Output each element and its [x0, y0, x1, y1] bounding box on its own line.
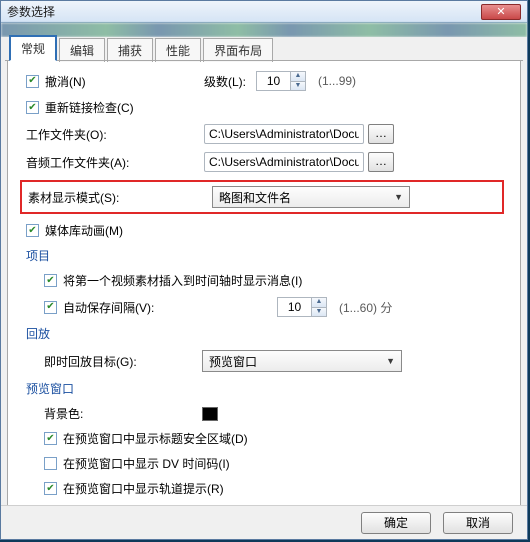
tab-layout[interactable]: 界面布局 [203, 38, 273, 62]
select-instant-value: 预览窗口 [209, 353, 257, 370]
row-bgcolor: 背景色: [26, 405, 504, 422]
label-trackhint: 在预览窗口中显示轨道提示(R) [63, 480, 224, 497]
row-dvtc: 在预览窗口中显示 DV 时间码(I) [26, 455, 504, 472]
input-workdir[interactable] [204, 124, 364, 144]
tab-performance[interactable]: 性能 [155, 38, 201, 62]
input-autosave[interactable] [277, 297, 311, 317]
label-dvtc: 在预览窗口中显示 DV 时间码(I) [63, 455, 230, 472]
spinner-autosave[interactable]: ▲▼ [277, 297, 327, 317]
spinner-arrows-autosave[interactable]: ▲▼ [311, 297, 327, 317]
section-preview: 预览窗口 [26, 380, 504, 397]
section-playback: 回放 [26, 325, 504, 342]
ok-button[interactable]: 确定 [361, 512, 431, 534]
chevron-down-icon: ▼ [386, 356, 395, 366]
checkbox-undo[interactable] [26, 75, 39, 88]
tab-panel-general: 撤消(N) 级数(L): ▲▼ (1...99) 重新链接检查(C) 工作文件夹… [7, 61, 521, 508]
checkbox-libanim[interactable] [26, 224, 39, 237]
dialog-footer: 确定 取消 [1, 505, 527, 539]
row-audiodir: 音频工作文件夹(A): … [26, 152, 504, 172]
close-button[interactable]: ✕ [481, 4, 521, 20]
row-insertmsg: 将第一个视频素材插入到时间轴时显示消息(I) [26, 272, 504, 289]
row-trackhint: 在预览窗口中显示轨道提示(R) [26, 480, 504, 497]
checkbox-autosave[interactable] [44, 301, 57, 314]
label-libanim: 媒体库动画(M) [45, 222, 123, 239]
cancel-button[interactable]: 取消 [443, 512, 513, 534]
select-instant[interactable]: 预览窗口 ▼ [202, 350, 402, 372]
section-project: 项目 [26, 247, 504, 264]
dialog-window: 参数选择 ✕ 常规 编辑 捕获 性能 界面布局 撤消(N) 级数(L): ▲▼ … [0, 0, 528, 540]
range-autosave: (1...60) 分 [339, 299, 392, 316]
chevron-down-icon: ▼ [394, 192, 403, 202]
label-displaymode: 素材显示模式(S): [28, 189, 212, 206]
row-undo: 撤消(N) 级数(L): ▲▼ (1...99) [26, 71, 504, 91]
browse-audiodir-button[interactable]: … [368, 152, 394, 172]
checkbox-trackhint[interactable] [44, 482, 57, 495]
row-autosave: 自动保存间隔(V): ▲▼ (1...60) 分 [26, 297, 504, 317]
checkbox-dvtc[interactable] [44, 457, 57, 470]
label-insertmsg: 将第一个视频素材插入到时间轴时显示消息(I) [63, 272, 302, 289]
titlebar[interactable]: 参数选择 ✕ [1, 1, 527, 23]
swatch-bgcolor[interactable] [202, 407, 218, 421]
row-workdir: 工作文件夹(O): … [26, 124, 504, 144]
highlight-displaymode: 素材显示模式(S): 略图和文件名 ▼ [20, 180, 504, 214]
decoration-band [1, 23, 527, 37]
label-autosave: 自动保存间隔(V): [63, 299, 219, 316]
tab-capture[interactable]: 捕获 [107, 38, 153, 62]
spinner-levels[interactable]: ▲▼ [256, 71, 306, 91]
tab-edit[interactable]: 编辑 [59, 38, 105, 62]
checkbox-safearea[interactable] [44, 432, 57, 445]
row-safearea: 在预览窗口中显示标题安全区域(D) [26, 430, 504, 447]
row-instant: 即时回放目标(G): 预览窗口 ▼ [26, 350, 504, 372]
input-levels[interactable] [256, 71, 290, 91]
spinner-arrows[interactable]: ▲▼ [290, 71, 306, 91]
row-libanim: 媒体库动画(M) [26, 222, 504, 239]
label-workdir: 工作文件夹(O): [26, 126, 204, 143]
label-levels: 级数(L): [204, 73, 246, 90]
input-audiodir[interactable] [204, 152, 364, 172]
tabstrip: 常规 编辑 捕获 性能 界面布局 [1, 37, 527, 61]
select-displaymode-value: 略图和文件名 [219, 189, 291, 206]
label-instant: 即时回放目标(G): [44, 353, 202, 370]
label-bgcolor: 背景色: [44, 405, 202, 422]
tab-general[interactable]: 常规 [9, 35, 57, 61]
label-relink: 重新链接检查(C) [45, 99, 134, 116]
browse-workdir-button[interactable]: … [368, 124, 394, 144]
checkbox-insertmsg[interactable] [44, 274, 57, 287]
select-displaymode[interactable]: 略图和文件名 ▼ [212, 186, 410, 208]
window-title: 参数选择 [7, 3, 55, 20]
label-audiodir: 音频工作文件夹(A): [26, 154, 204, 171]
row-relink: 重新链接检查(C) [26, 99, 504, 116]
label-undo: 撤消(N) [45, 73, 86, 90]
label-safearea: 在预览窗口中显示标题安全区域(D) [63, 430, 248, 447]
range-levels: (1...99) [318, 74, 356, 88]
checkbox-relink[interactable] [26, 101, 39, 114]
